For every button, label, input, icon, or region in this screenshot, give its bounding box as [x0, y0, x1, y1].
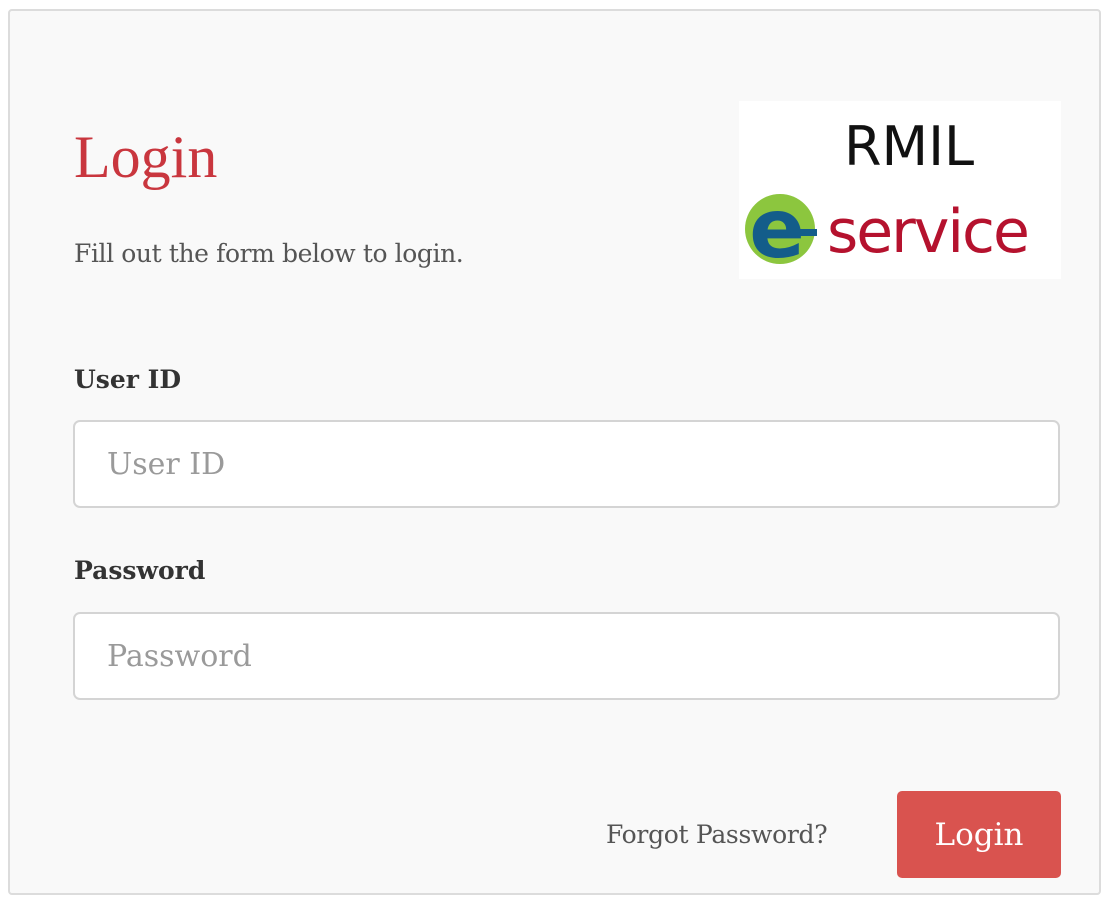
forgot-password-link[interactable]: Forgot Password?: [606, 817, 828, 853]
logo-service-text: service: [827, 197, 1030, 267]
user-id-input[interactable]: [73, 420, 1060, 508]
password-input[interactable]: [73, 612, 1060, 700]
login-panel: Login Fill out the form below to login. …: [8, 9, 1101, 895]
password-label: Password: [74, 556, 206, 585]
login-button[interactable]: Login: [897, 791, 1061, 878]
user-id-label: User ID: [74, 365, 182, 394]
svg-text:e: e: [749, 183, 805, 273]
eservice-e-badge-icon: e: [745, 183, 817, 273]
form-subtitle: Fill out the form below to login.: [74, 239, 464, 268]
rmil-eservice-logo: RMIL e service: [739, 101, 1061, 279]
page-title: Login: [74, 124, 218, 190]
logo-org-name: RMIL: [844, 115, 975, 178]
